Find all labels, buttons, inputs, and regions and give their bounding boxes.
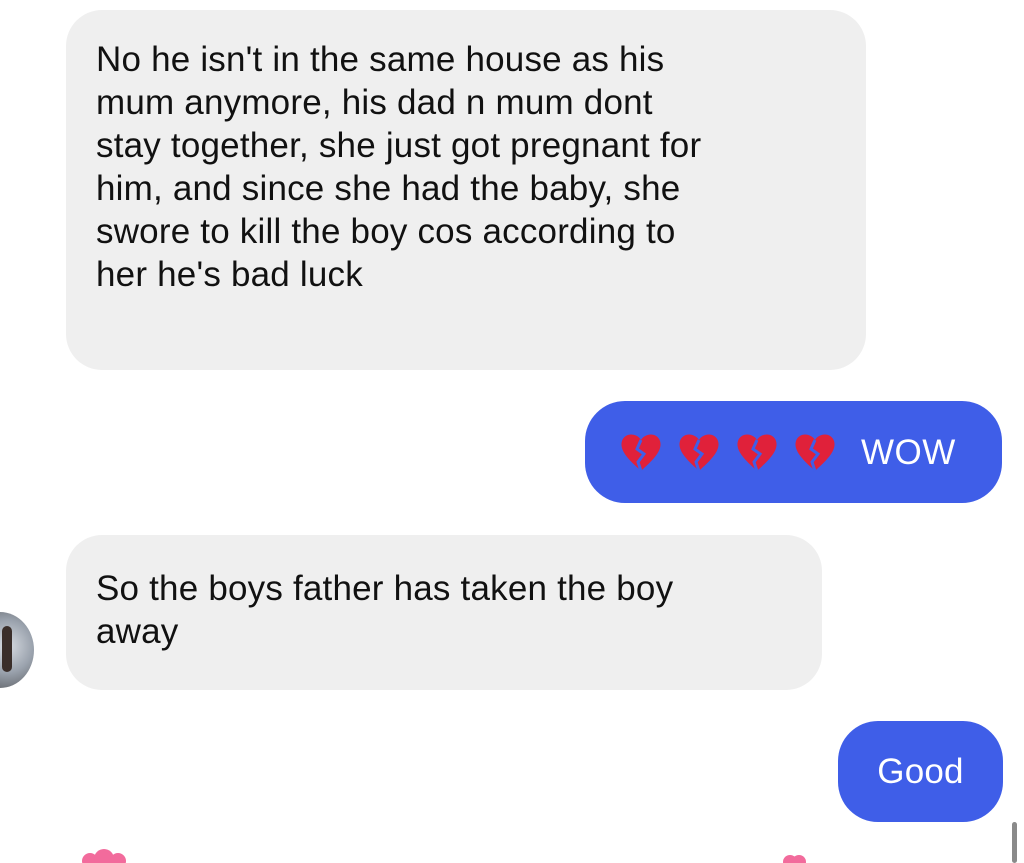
message-text: WOW <box>861 432 956 472</box>
heart-reaction-icon[interactable] <box>780 851 808 863</box>
avatar-figure <box>2 626 12 672</box>
message-text: Good <box>877 752 964 791</box>
message-text-line: him, and since she had the baby, she <box>96 169 681 208</box>
incoming-message-bubble[interactable]: No he isn't in the same house as his mum… <box>66 10 866 370</box>
outgoing-message-bubble[interactable]: WOW <box>585 401 1002 503</box>
outgoing-message-bubble[interactable]: Good <box>838 721 1003 822</box>
broken-heart-icon <box>677 432 721 472</box>
scrollbar-handle[interactable] <box>1012 822 1017 863</box>
chat-thread: No he isn't in the same house as his mum… <box>0 0 1024 863</box>
broken-heart-icon <box>619 432 663 472</box>
message-text-line: No he isn't in the same house as his <box>96 40 665 79</box>
message-text-line: her he's bad luck <box>96 255 363 294</box>
broken-heart-icon <box>735 432 779 472</box>
sender-avatar[interactable] <box>0 612 34 688</box>
heart-reaction-icon[interactable] <box>72 849 134 863</box>
message-text-line: mum anymore, his dad n mum dont <box>96 83 653 122</box>
message-text-line: swore to kill the boy cos according to <box>96 212 676 251</box>
message-text-line: stay together, she just got pregnant for <box>96 126 702 165</box>
incoming-message-bubble[interactable]: So the boys father has taken the boy awa… <box>66 535 822 690</box>
message-text-line: So the boys father has taken the boy <box>96 569 674 608</box>
message-text-line: away <box>96 612 179 651</box>
broken-heart-icon <box>793 432 837 472</box>
